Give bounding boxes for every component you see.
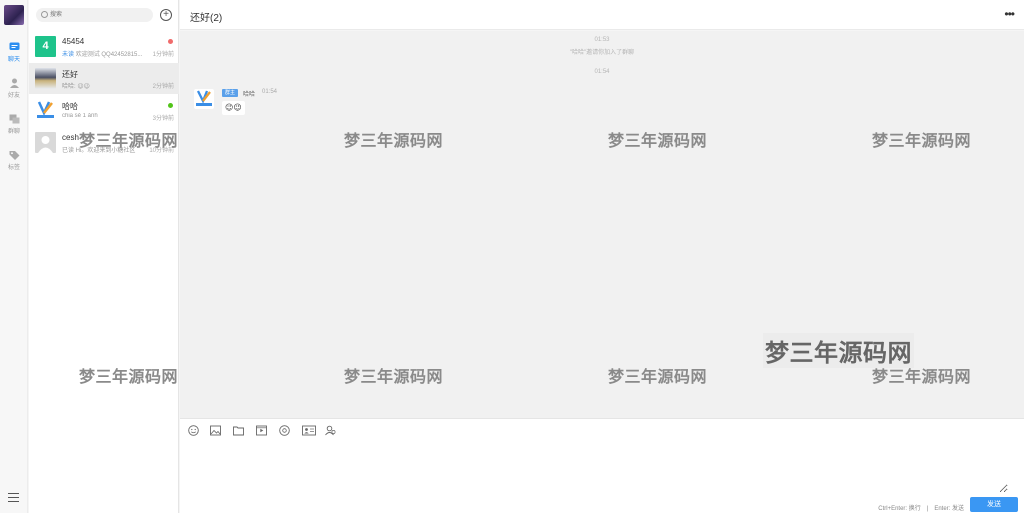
logo-icon <box>196 90 212 106</box>
my-avatar[interactable] <box>4 5 24 25</box>
send-button[interactable]: 发送 <box>970 497 1018 512</box>
search-input[interactable]: 搜索 <box>36 8 153 22</box>
default-avatar-icon <box>38 136 53 153</box>
conversation-preview: 未读 欢迎测试 QQ42452815... <box>62 49 152 58</box>
nav-item-groups[interactable]: 群聊 <box>0 114 28 135</box>
nav-item-chat[interactable]: 聊天 <box>0 42 28 63</box>
system-time: 01:53 <box>594 37 610 43</box>
message-bubble[interactable]: 😉😉 <box>222 101 245 115</box>
nav-label-chat: 聊天 <box>7 57 20 63</box>
composer: Ctrl+Enter: 换行 | Enter: 发送 发送 <box>180 418 1024 513</box>
conversation-name: 还好 <box>62 70 78 79</box>
mention-icon[interactable] <box>279 425 290 436</box>
chat-icon <box>9 42 19 50</box>
conversation-item[interactable]: 还好 哈哈: 😉😉 2分钟前 <box>29 63 179 94</box>
message-input[interactable] <box>188 443 1008 493</box>
conversation-item[interactable]: 4 45454 未读 欢迎测试 QQ42452815... 1分钟前 <box>29 31 179 62</box>
friends-icon <box>9 78 19 88</box>
conversation-name: 45454 <box>62 37 85 46</box>
role-badge: 群主 <box>222 89 239 97</box>
watermark: 梦三年源码网 <box>79 133 179 150</box>
nav-label-friends: 好友 <box>7 93 20 99</box>
conversation-avatar <box>35 132 56 153</box>
conversation-name: cesh <box>62 133 79 142</box>
preview-text: 欢迎测试 QQ42452815... <box>75 52 143 58</box>
video-icon[interactable] <box>256 425 267 436</box>
watermark: 梦三年源码网 <box>872 133 972 150</box>
conversation-list: 搜索 + 4 45454 未读 欢迎测试 QQ42452815... 1分钟前 … <box>29 0 179 513</box>
conversation-time: 2分钟前 <box>152 84 174 90</box>
watermark: 梦三年源码网 <box>608 369 708 386</box>
group-icon <box>9 114 19 124</box>
file-icon[interactable] <box>233 425 244 436</box>
sender-name: 哈哈 <box>243 92 256 98</box>
chat-header: 还好(2) ••• <box>180 0 1024 30</box>
more-icon[interactable]: ••• <box>1004 7 1015 21</box>
watermark: 梦三年源码网 <box>872 369 972 386</box>
nav-label-groups: 群聊 <box>7 129 20 135</box>
conversation-preview: 哈哈: 😉😉 <box>62 84 90 90</box>
unread-tag: 未读 <box>62 52 75 58</box>
conversation-avatar: 4 <box>35 36 56 57</box>
contacts-icon[interactable] <box>325 425 336 436</box>
nav-rail: 聊天 好友 群聊 标签 <box>0 0 28 513</box>
search-placeholder: 搜索 <box>50 12 63 18</box>
system-message: "哈哈"邀请你加入了群聊 <box>569 50 635 56</box>
message-time: 01:54 <box>262 89 278 95</box>
card-icon[interactable] <box>302 425 316 436</box>
tag-icon <box>9 151 19 160</box>
logo-icon <box>37 101 54 118</box>
conversation-avatar <box>35 68 56 89</box>
nav-item-tags[interactable]: 标签 <box>0 150 28 171</box>
conversation-name: 哈哈 <box>62 102 78 111</box>
menu-icon[interactable] <box>8 493 19 505</box>
watermark: 梦三年源码网 <box>608 133 708 150</box>
unread-dot <box>168 39 173 44</box>
nav-label-tags: 标签 <box>7 165 20 171</box>
conversation-avatar <box>35 100 56 121</box>
emoji-icon[interactable] <box>188 425 199 436</box>
shortcut-hint: Ctrl+Enter: 换行 | Enter: 发送 <box>878 506 964 512</box>
watermark: 梦三年源码网 <box>79 369 179 386</box>
watermark: 梦三年源码网 <box>344 133 444 150</box>
watermark: 梦三年源码网 <box>344 369 444 386</box>
conversation-time: 3分钟前 <box>152 116 174 122</box>
conversation-time: 1分钟前 <box>152 52 174 58</box>
image-icon[interactable] <box>210 425 221 436</box>
online-dot <box>168 103 173 108</box>
sender-avatar[interactable] <box>194 89 214 109</box>
conversation-item[interactable]: 哈哈 chia sẻ 1 ảnh 3分钟前 <box>29 95 179 126</box>
system-time: 01:54 <box>594 69 610 75</box>
nav-item-friends[interactable]: 好友 <box>0 78 28 99</box>
message-area[interactable]: 01:53 "哈哈"邀请你加入了群聊 01:54 群主 哈哈 01:54 😉😉 … <box>180 31 1024 418</box>
add-chat-button[interactable]: + <box>160 9 172 21</box>
chat-title: 还好(2) <box>190 13 223 24</box>
search-icon <box>41 11 48 18</box>
conversation-preview: chia sẻ 1 ảnh <box>62 113 98 119</box>
